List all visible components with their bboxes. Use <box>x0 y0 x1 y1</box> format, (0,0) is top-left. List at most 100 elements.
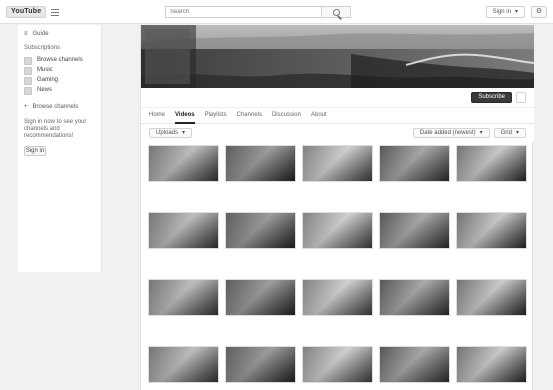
sidebar-sign-in-button[interactable]: Sign in <box>24 146 46 157</box>
channel-tabs: Home Videos Playlists Channels Discussio… <box>141 108 534 124</box>
video-card[interactable] <box>302 145 373 206</box>
sort-dropdown[interactable]: Date added (newest) ▾ <box>412 128 490 138</box>
video-card[interactable] <box>302 212 373 273</box>
video-thumbnail[interactable] <box>379 145 450 182</box>
video-title[interactable] <box>225 385 296 390</box>
video-card[interactable] <box>148 346 219 390</box>
guide-sidebar: ≡ Guide Subscriptions Browse channels Mu… <box>18 25 102 272</box>
video-card[interactable] <box>456 212 527 273</box>
video-title[interactable] <box>148 318 219 330</box>
channel-page: Subscribe Home Videos Playlists Channels… <box>140 25 534 390</box>
video-card[interactable] <box>148 212 219 273</box>
menu-icon[interactable] <box>50 7 60 17</box>
video-thumbnail[interactable] <box>148 279 219 316</box>
youtube-logo[interactable]: YouTube <box>6 6 47 18</box>
search-button[interactable] <box>321 6 351 18</box>
video-title[interactable] <box>456 251 527 263</box>
video-title[interactable] <box>379 318 450 330</box>
video-thumbnail[interactable] <box>456 279 527 316</box>
video-card[interactable] <box>379 212 450 273</box>
video-title[interactable] <box>379 184 450 196</box>
video-meta <box>225 383 296 390</box>
sign-in-button[interactable]: Sign in ▾ <box>485 6 525 18</box>
subscribe-button[interactable]: Subscribe <box>471 92 512 103</box>
video-thumbnail[interactable] <box>379 279 450 316</box>
search-input[interactable] <box>165 6 321 18</box>
browse-channels-link[interactable]: + Browse channels <box>24 104 95 111</box>
video-meta <box>456 316 527 337</box>
top-actions: Sign in ▾ ⚙ <box>485 5 547 19</box>
video-thumbnail[interactable] <box>225 346 296 383</box>
video-title[interactable] <box>456 318 527 330</box>
video-thumbnail[interactable] <box>456 212 527 249</box>
video-title[interactable] <box>148 385 219 390</box>
video-title[interactable] <box>379 251 450 263</box>
video-thumbnail[interactable] <box>302 145 373 182</box>
video-title[interactable] <box>302 385 373 390</box>
video-title[interactable] <box>302 251 373 263</box>
tab-videos[interactable]: Videos <box>175 107 195 124</box>
guide-item-1[interactable]: Browse channels <box>24 56 95 66</box>
tab-discussion[interactable]: Discussion <box>272 107 301 123</box>
video-card[interactable] <box>225 212 296 273</box>
video-title[interactable] <box>225 251 296 263</box>
square-icon <box>24 66 32 75</box>
video-thumbnail[interactable] <box>225 145 296 182</box>
tab-home[interactable]: Home <box>149 107 165 123</box>
video-card[interactable] <box>456 145 527 206</box>
video-thumbnail[interactable] <box>225 212 296 249</box>
guide-item-2[interactable]: Music <box>24 66 95 76</box>
video-title[interactable] <box>148 184 219 196</box>
subscribe-label: Subscribe <box>478 94 505 101</box>
video-title[interactable] <box>379 385 450 390</box>
video-thumbnail[interactable] <box>379 346 450 383</box>
video-title[interactable] <box>225 184 296 196</box>
uploads-controls: Uploads ▾ Date added (newest) ▾ Grid ▾ <box>141 124 534 142</box>
video-card[interactable] <box>379 145 450 206</box>
video-subtitle <box>225 264 296 270</box>
guide-item-4[interactable]: News <box>24 86 95 96</box>
video-thumbnail[interactable] <box>456 346 527 383</box>
gear-icon: ⚙ <box>535 7 543 15</box>
plus-icon: + <box>24 103 28 110</box>
video-meta <box>148 182 219 203</box>
tab-about[interactable]: About <box>311 107 327 123</box>
video-thumbnail[interactable] <box>302 212 373 249</box>
video-card[interactable] <box>148 145 219 206</box>
settings-button[interactable]: ⚙ <box>531 6 547 18</box>
tab-channels[interactable]: Channels <box>237 107 262 123</box>
video-thumbnail[interactable] <box>148 346 219 383</box>
video-card[interactable] <box>225 346 296 390</box>
video-card[interactable] <box>302 279 373 340</box>
video-thumbnail[interactable] <box>148 212 219 249</box>
video-thumbnail[interactable] <box>379 212 450 249</box>
video-title[interactable] <box>302 184 373 196</box>
video-thumbnail[interactable] <box>302 346 373 383</box>
video-card[interactable] <box>148 279 219 340</box>
video-thumbnail[interactable] <box>302 279 373 316</box>
video-title[interactable] <box>456 184 527 196</box>
video-card[interactable] <box>302 346 373 390</box>
video-thumbnail[interactable] <box>456 145 527 182</box>
video-title[interactable] <box>302 318 373 330</box>
video-card[interactable] <box>379 346 450 390</box>
video-title[interactable] <box>148 251 219 263</box>
banner-image <box>141 25 534 88</box>
guide-item-3[interactable]: Gaming <box>24 76 95 86</box>
guide-item-label: Music <box>37 67 53 74</box>
square-icon <box>24 56 32 65</box>
guide-header: ≡ Guide <box>24 31 95 38</box>
video-title[interactable] <box>456 385 527 390</box>
view-dropdown[interactable]: Grid ▾ <box>493 128 526 138</box>
tab-playlists[interactable]: Playlists <box>205 107 227 123</box>
video-card[interactable] <box>379 279 450 340</box>
video-card[interactable] <box>456 346 527 390</box>
video-card[interactable] <box>225 145 296 206</box>
video-card[interactable] <box>225 279 296 340</box>
video-card[interactable] <box>456 279 527 340</box>
search-bar <box>165 6 351 18</box>
video-title[interactable] <box>225 318 296 330</box>
uploads-dropdown[interactable]: Uploads ▾ <box>149 128 193 138</box>
video-thumbnail[interactable] <box>148 145 219 182</box>
video-thumbnail[interactable] <box>225 279 296 316</box>
